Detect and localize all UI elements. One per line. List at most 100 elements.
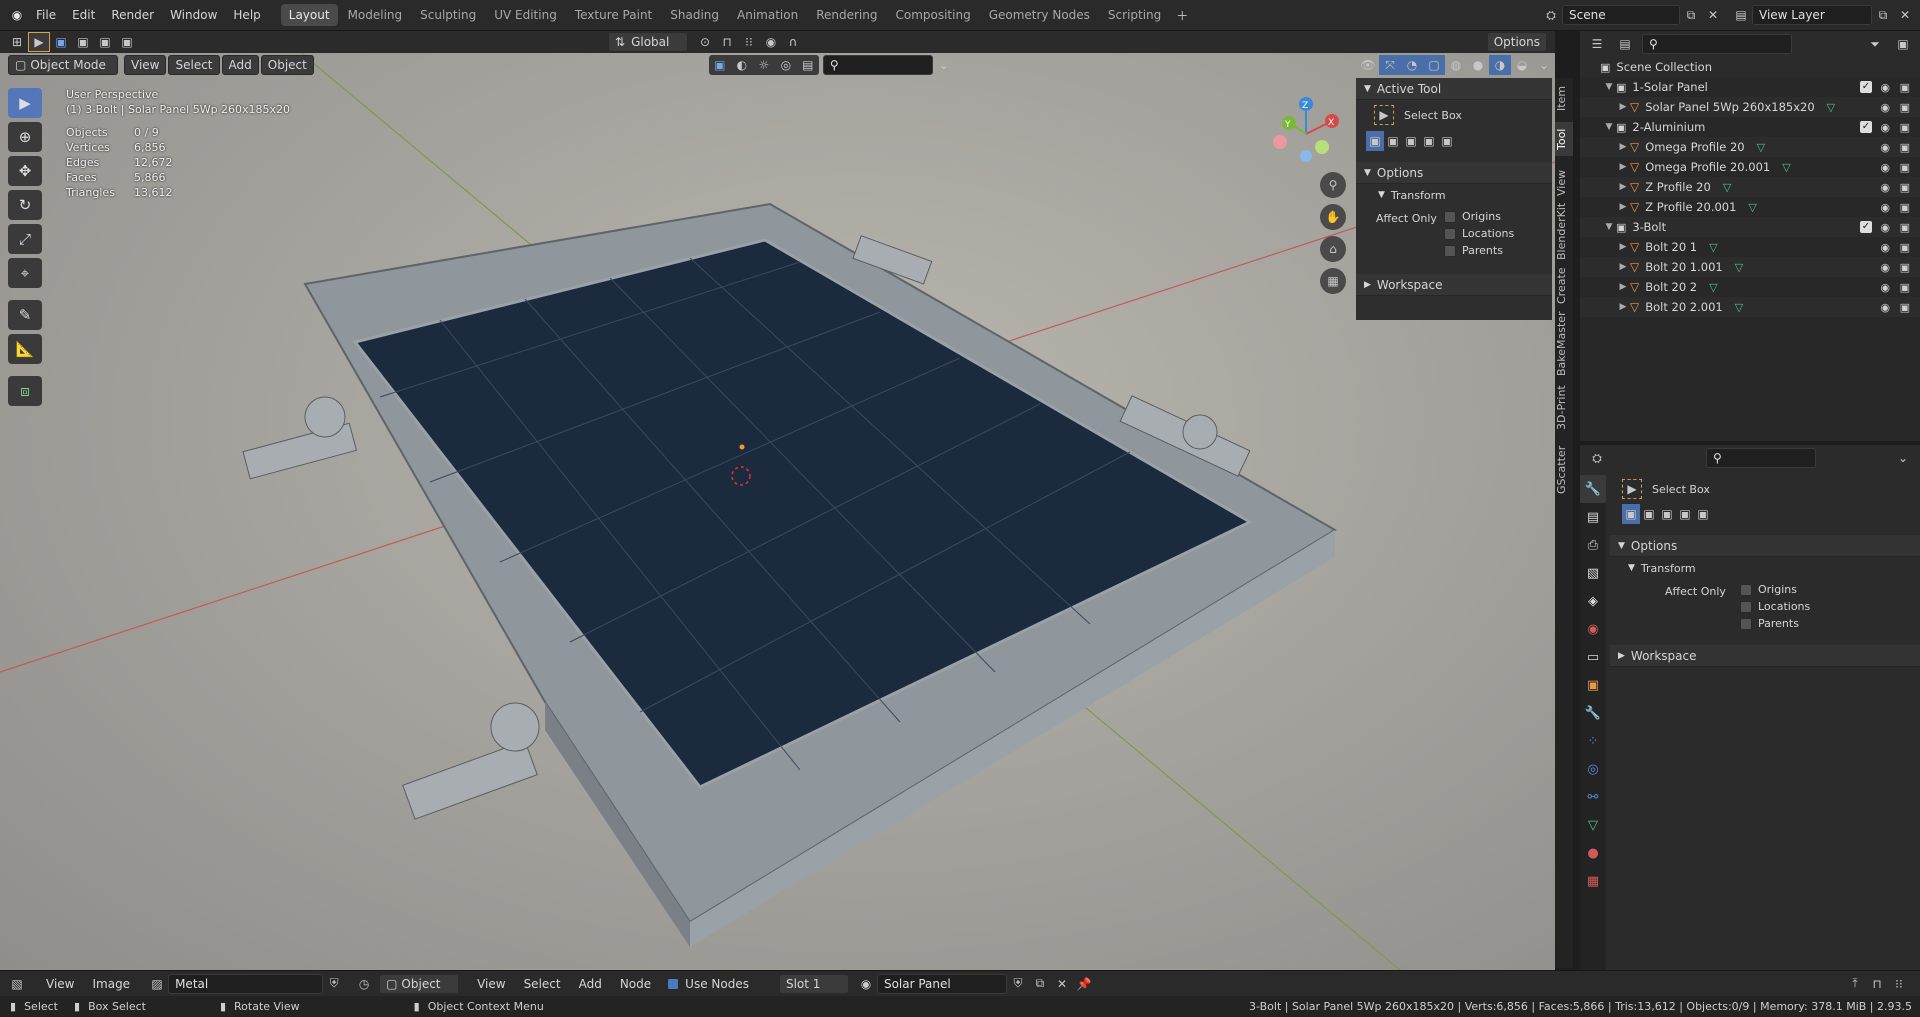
zoom-icon[interactable]: ⚲ [1320, 172, 1346, 198]
options-dropdown[interactable]: Options [1486, 32, 1547, 52]
pin-icon[interactable]: 📌 [1073, 974, 1095, 994]
delete-scene-icon[interactable]: ✕ [1702, 5, 1724, 25]
material-copy-icon[interactable]: ⧉ [1029, 974, 1051, 994]
tool-tab-icon[interactable]: 🔧 [1580, 475, 1606, 503]
material-tab-icon[interactable]: ● [1580, 839, 1606, 867]
object-label[interactable]: Z Profile 20 [1645, 180, 1711, 194]
filter-cube-icon[interactable]: ▣ [709, 55, 731, 75]
camera-render-icon[interactable]: ▣ [1900, 281, 1910, 294]
constraints-tab-icon[interactable]: ⚯ [1580, 783, 1606, 811]
expand-icon[interactable]: ▶ [1616, 282, 1630, 292]
collection-label[interactable]: 1-Solar Panel [1632, 80, 1707, 94]
transform-tool-icon[interactable]: ⌖ [8, 258, 42, 288]
camera-render-icon[interactable]: ▣ [1900, 101, 1910, 114]
viewport-menu-object[interactable]: Object [260, 55, 314, 75]
object-row[interactable]: ▶ ▽ Omega Profile 20 ▽ ◉ ▣ [1580, 137, 1920, 157]
display-mode-icon[interactable]: ▤ [1614, 34, 1636, 54]
expand-icon[interactable]: ▶ [1616, 202, 1630, 212]
object-label[interactable]: Bolt 20 1 [1645, 240, 1697, 254]
outliner-search-input[interactable]: ⚲ [1642, 34, 1792, 54]
material-browse-icon[interactable]: ◉ [855, 974, 877, 994]
mesh-data-icon[interactable]: ▽ [1782, 161, 1790, 174]
slot-dropdown[interactable]: Slot 1 [778, 973, 849, 994]
navigation-gizmo[interactable]: Z X Y [1262, 92, 1342, 172]
object-label[interactable]: Omega Profile 20 [1645, 140, 1744, 154]
select-box-icon[interactable]: ▶ [1622, 479, 1642, 499]
tab-modeling[interactable]: Modeling [340, 4, 411, 26]
exclude-checkbox[interactable]: ✓ [1860, 121, 1872, 133]
collection-row[interactable]: ▼ ▣ 3-Bolt ✓ ◉ ▣ [1580, 217, 1920, 237]
image-name-field[interactable]: Metal Displacement.jpg.001 [168, 973, 324, 1009]
node-snap-icon[interactable]: ⊓ [1866, 974, 1888, 994]
collapse-icon[interactable]: ▼ [1602, 122, 1616, 132]
object-label[interactable]: Z Profile 20.001 [1645, 200, 1736, 214]
tab-scripting[interactable]: Scripting [1100, 4, 1169, 26]
object-row[interactable]: ▶ ▽ Bolt 20 1 ▽ ◉ ▣ [1580, 237, 1920, 257]
pivot-icon[interactable]: ⊙ [694, 32, 716, 52]
select-mode-new-icon[interactable]: ▣ [50, 32, 72, 52]
mode-extend-icon[interactable]: ▣ [1640, 504, 1658, 524]
viewport-search-input[interactable]: ⚲ [822, 55, 933, 75]
object-row[interactable]: ▶ ▽ Solar Panel 5Wp 260x185x20 ▽ ◉ ▣ [1580, 97, 1920, 117]
modifier-tab-icon[interactable]: 🔧 [1580, 699, 1606, 727]
mode-intersect-icon[interactable]: ▣ [1438, 131, 1456, 151]
outliner-editor-icon[interactable]: ☰ [1586, 34, 1608, 54]
filter-icon[interactable]: ⏷ [1864, 34, 1886, 54]
material-name-field[interactable]: Solar Panel Aluminium [876, 973, 1007, 1009]
eye-icon[interactable]: ◉ [1880, 261, 1890, 274]
tab-shading[interactable]: Shading [662, 4, 727, 26]
object-row[interactable]: ▶ ▽ Bolt 20 1.001 ▽ ◉ ▣ [1580, 257, 1920, 277]
viewport-menu-add[interactable]: Add [221, 55, 259, 75]
collection-label[interactable]: 2-Aluminium [1632, 120, 1705, 134]
mesh-data-icon[interactable]: ▽ [1827, 101, 1835, 114]
xray-icon[interactable]: ▢ [1423, 55, 1445, 75]
annotate-tool-icon[interactable]: ✎ [8, 300, 42, 330]
expand-icon[interactable]: ▶ [1616, 302, 1630, 312]
visibility-icon[interactable]: 👁 [1357, 55, 1379, 75]
new-collection-icon[interactable]: ▣ [1892, 34, 1914, 54]
eye-icon[interactable]: ◉ [1880, 221, 1890, 234]
checkbox-box[interactable] [1740, 617, 1752, 630]
editor-type-icon[interactable]: ⊞ [6, 32, 28, 52]
scene-field[interactable]: Scene [1562, 5, 1680, 25]
props-options-header[interactable]: ▼ Options [1610, 535, 1920, 557]
pan-hand-icon[interactable]: ✋ [1320, 204, 1346, 230]
checkbox-box[interactable] [1444, 227, 1456, 240]
mesh-data-icon[interactable]: ▽ [1735, 301, 1743, 314]
affect-parents-checkbox[interactable]: Parents [1444, 244, 1514, 257]
sidebar-tab-create[interactable]: Create [1555, 264, 1573, 308]
object-label[interactable]: Bolt 20 1.001 [1645, 260, 1723, 274]
filter-world-icon[interactable]: ◎ [775, 55, 797, 75]
sidebar-tab-gscatter[interactable]: GScatter [1555, 440, 1573, 500]
collapse-icon[interactable]: ▼ [1602, 82, 1616, 92]
camera-render-icon[interactable]: ▣ [1900, 221, 1910, 234]
camera-render-icon[interactable]: ▣ [1900, 241, 1910, 254]
mode-subtract-icon[interactable]: ▣ [1402, 131, 1420, 151]
select-mode-extend-icon[interactable]: ▣ [72, 32, 94, 52]
shading-solid-icon[interactable]: ● [1467, 55, 1489, 75]
proportional-edit-icon[interactable]: ◉ [760, 32, 782, 52]
add-workspace-icon[interactable]: ＋ [1171, 5, 1193, 25]
tab-rendering[interactable]: Rendering [808, 4, 885, 26]
menu-edit[interactable]: Edit [64, 4, 103, 26]
eye-icon[interactable]: ◉ [1880, 81, 1890, 94]
move-tool-icon[interactable]: ✥ [8, 156, 42, 186]
shading-wire-icon[interactable]: ◍ [1445, 55, 1467, 75]
image-menu-image[interactable]: Image [84, 973, 138, 995]
new-view-layer-icon[interactable]: ⧉ [1872, 5, 1894, 25]
camera-render-icon[interactable]: ▣ [1900, 141, 1910, 154]
expand-icon[interactable]: ▶ [1616, 142, 1630, 152]
mode-difference-icon[interactable]: ▣ [1420, 131, 1438, 151]
tab-geometry-nodes[interactable]: Geometry Nodes [981, 4, 1098, 26]
exclude-checkbox[interactable]: ✓ [1860, 81, 1872, 93]
affect-parents-checkbox[interactable]: Parents [1740, 617, 1810, 630]
camera-render-icon[interactable]: ▣ [1900, 301, 1910, 314]
eye-icon[interactable]: ◉ [1880, 121, 1890, 134]
mesh-data-icon[interactable]: ▽ [1757, 141, 1765, 154]
shading-material-icon[interactable]: ◑ [1489, 55, 1511, 75]
overlay-icon[interactable]: ◔ [1401, 55, 1423, 75]
camera-render-icon[interactable]: ▣ [1900, 161, 1910, 174]
affect-origins-checkbox[interactable]: Origins [1740, 583, 1810, 596]
scene-collection-row[interactable]: ▣ Scene Collection [1580, 57, 1920, 77]
filter-sphere-icon[interactable]: ◐ [731, 55, 753, 75]
